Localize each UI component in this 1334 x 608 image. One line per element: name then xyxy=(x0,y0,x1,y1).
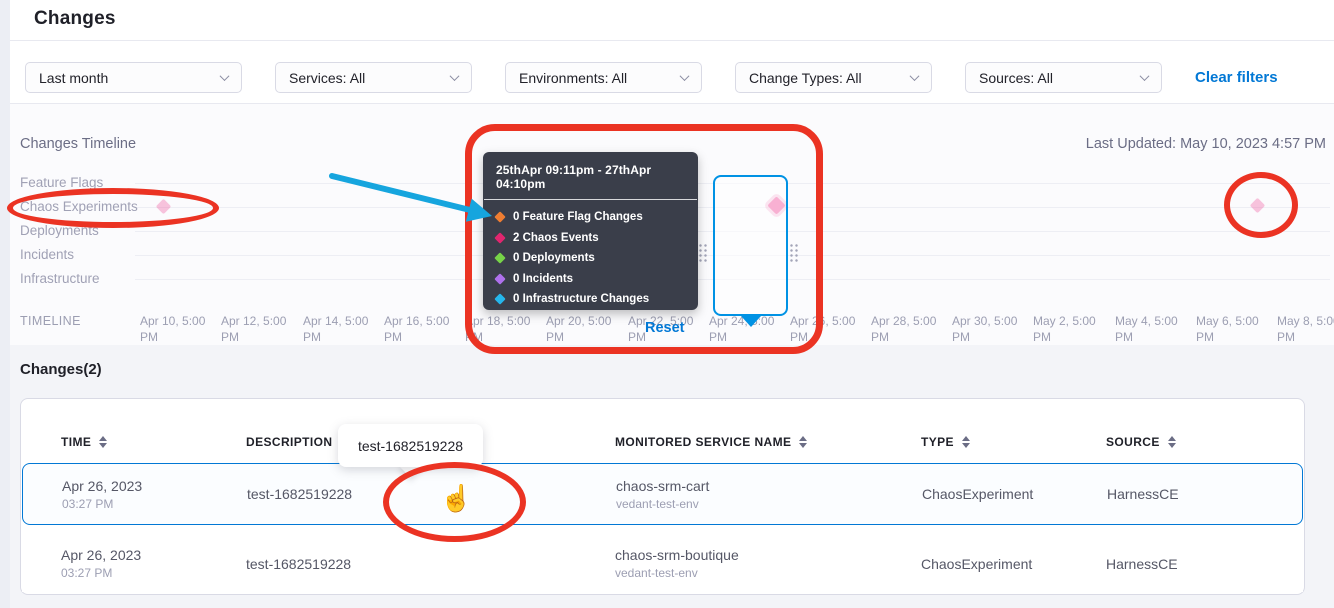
row-description: test-1682519228 xyxy=(246,556,615,572)
timeline-axis-label: TIMELINE xyxy=(20,314,81,328)
chevron-down-icon xyxy=(680,71,690,81)
legend-item-chaos-events: 2 Chaos Events xyxy=(496,232,685,244)
chevron-down-icon xyxy=(1140,71,1150,81)
column-header-time[interactable]: TIME xyxy=(61,435,246,449)
row-type: ChaosExperiment xyxy=(922,486,1107,502)
description-hover-tooltip: test-1682519228 xyxy=(338,424,483,467)
time-range-dropdown[interactable]: Last month xyxy=(25,62,242,93)
column-label: DESCRIPTION xyxy=(246,435,332,449)
chevron-down-icon xyxy=(220,71,230,81)
axis-tick: Apr 12, 5:00 PM xyxy=(221,314,287,345)
reset-button[interactable]: Reset xyxy=(645,320,685,336)
feature-flag-diamond-icon xyxy=(494,211,505,222)
sort-icon xyxy=(799,436,807,449)
axis-tick: Apr 26, 5:00 PM xyxy=(790,314,856,345)
row-environment: vedant-test-env xyxy=(615,566,921,580)
timeline-heading: Changes Timeline xyxy=(20,136,136,152)
environments-dropdown[interactable]: Environments: All xyxy=(505,62,702,93)
chaos-event-diamond-icon xyxy=(494,232,505,243)
axis-tick: May 4, 5:00 PM xyxy=(1115,314,1181,345)
chevron-down-icon xyxy=(910,71,920,81)
infrastructure-diamond-icon xyxy=(494,293,505,304)
table-header-row: TIME DESCRIPTION MONITORED SERVICE NAME … xyxy=(21,399,1304,463)
brush-notch-icon xyxy=(741,316,761,327)
axis-tick: Apr 18, 5:00 PM xyxy=(465,314,531,345)
legend-label: 0 Infrastructure Changes xyxy=(513,293,649,305)
legend-item-infrastructure: 0 Infrastructure Changes xyxy=(496,293,685,305)
time-range-value: Last month xyxy=(39,70,108,86)
row-service: chaos-srm-boutique xyxy=(615,547,921,563)
clear-filters-link[interactable]: Clear filters xyxy=(1195,69,1278,86)
sort-icon xyxy=(962,436,970,449)
filter-bar: Last month Services: All Environments: A… xyxy=(10,41,1334,104)
column-label: TYPE xyxy=(921,435,954,449)
environments-value: Environments: All xyxy=(519,70,627,86)
timeline-range-tooltip: 25thApr 09:11pm - 27thApr 04:10pm 0 Feat… xyxy=(483,152,698,310)
legend-label: 0 Deployments xyxy=(513,252,595,264)
timeline-brush-selection[interactable] xyxy=(713,175,788,316)
incident-diamond-icon xyxy=(494,273,505,284)
axis-tick: May 6, 5:00 PM xyxy=(1196,314,1262,345)
page-title: Changes xyxy=(34,8,116,30)
changes-count-heading: Changes(2) xyxy=(20,361,102,378)
row-type: ChaosExperiment xyxy=(921,556,1106,572)
axis-tick: May 2, 5:00 PM xyxy=(1033,314,1099,345)
column-label: MONITORED SERVICE NAME xyxy=(615,435,791,449)
legend-item-deployments: 0 Deployments xyxy=(496,252,685,264)
sources-value: Sources: All xyxy=(979,70,1053,86)
changes-table-section: Changes(2) TIME DESCRIPTION MONITORED SE… xyxy=(10,345,1334,608)
changes-timeline-section: Changes Timeline Last Updated: May 10, 2… xyxy=(10,104,1334,345)
change-types-dropdown[interactable]: Change Types: All xyxy=(735,62,932,93)
axis-tick: Apr 28, 5:00 PM xyxy=(871,314,937,345)
axis-tick: Apr 30, 5:00 PM xyxy=(952,314,1018,345)
column-header-source[interactable]: SOURCE xyxy=(1106,435,1304,449)
page-header: Changes xyxy=(10,0,1334,41)
chevron-down-icon xyxy=(450,71,460,81)
sort-icon xyxy=(99,436,107,449)
chaos-event-marker-faded[interactable] xyxy=(156,199,172,215)
tooltip-date-range: 25thApr 09:11pm - 27thApr 04:10pm xyxy=(483,152,698,199)
services-dropdown[interactable]: Services: All xyxy=(275,62,472,93)
sort-icon xyxy=(1168,436,1176,449)
row-date: Apr 26, 2023 xyxy=(62,478,247,494)
timeline-row-infrastructure: Infrastructure xyxy=(20,269,100,289)
timeline-row-deployments: Deployments xyxy=(20,221,99,241)
legend-label: 0 Feature Flag Changes xyxy=(513,211,643,223)
axis-tick: Apr 20, 5:00 PM xyxy=(546,314,612,345)
column-header-type[interactable]: TYPE xyxy=(921,435,1106,449)
row-environment: vedant-test-env xyxy=(616,497,922,511)
legend-label: 2 Chaos Events xyxy=(513,232,599,244)
axis-tick: Apr 16, 5:00 PM xyxy=(384,314,450,345)
chaos-event-marker-faded[interactable] xyxy=(1250,198,1266,214)
axis-tick: May 8, 5:00 PM xyxy=(1277,314,1334,345)
legend-label: 0 Incidents xyxy=(513,273,573,285)
column-label: SOURCE xyxy=(1106,435,1160,449)
table-row[interactable]: Apr 26, 2023 03:27 PM test-1682519228 ch… xyxy=(22,535,1303,592)
row-source: HarnessCE xyxy=(1106,556,1303,572)
timeline-row-feature-flags: Feature Flags xyxy=(20,173,103,193)
legend-item-feature-flags: 0 Feature Flag Changes xyxy=(496,211,685,223)
row-date: Apr 26, 2023 xyxy=(61,547,246,563)
column-header-monitored-service[interactable]: MONITORED SERVICE NAME xyxy=(615,435,921,449)
row-service: chaos-srm-cart xyxy=(616,478,922,494)
table-row[interactable]: Apr 26, 2023 03:27 PM test-1682519228 ch… xyxy=(22,463,1303,525)
timeline-row-incidents: Incidents xyxy=(20,245,74,265)
changes-table-card: TIME DESCRIPTION MONITORED SERVICE NAME … xyxy=(20,398,1305,595)
services-value: Services: All xyxy=(289,70,365,86)
axis-tick: Apr 10, 5:00 PM xyxy=(140,314,206,345)
column-label: TIME xyxy=(61,435,91,449)
timeline-row-chaos-experiments: Chaos Experiments xyxy=(20,197,138,217)
deployment-diamond-icon xyxy=(494,252,505,263)
row-time: 03:27 PM xyxy=(62,497,247,511)
axis-tick: Apr 14, 5:00 PM xyxy=(303,314,369,345)
row-description: test-1682519228 xyxy=(247,486,616,502)
row-time: 03:27 PM xyxy=(61,566,246,580)
sources-dropdown[interactable]: Sources: All xyxy=(965,62,1162,93)
row-source: HarnessCE xyxy=(1107,486,1302,502)
brush-handle-right[interactable] xyxy=(789,243,800,263)
change-types-value: Change Types: All xyxy=(749,70,862,86)
legend-item-incidents: 0 Incidents xyxy=(496,273,685,285)
last-updated-text: Last Updated: May 10, 2023 4:57 PM xyxy=(1086,136,1326,152)
brush-handle-left[interactable] xyxy=(698,243,709,263)
